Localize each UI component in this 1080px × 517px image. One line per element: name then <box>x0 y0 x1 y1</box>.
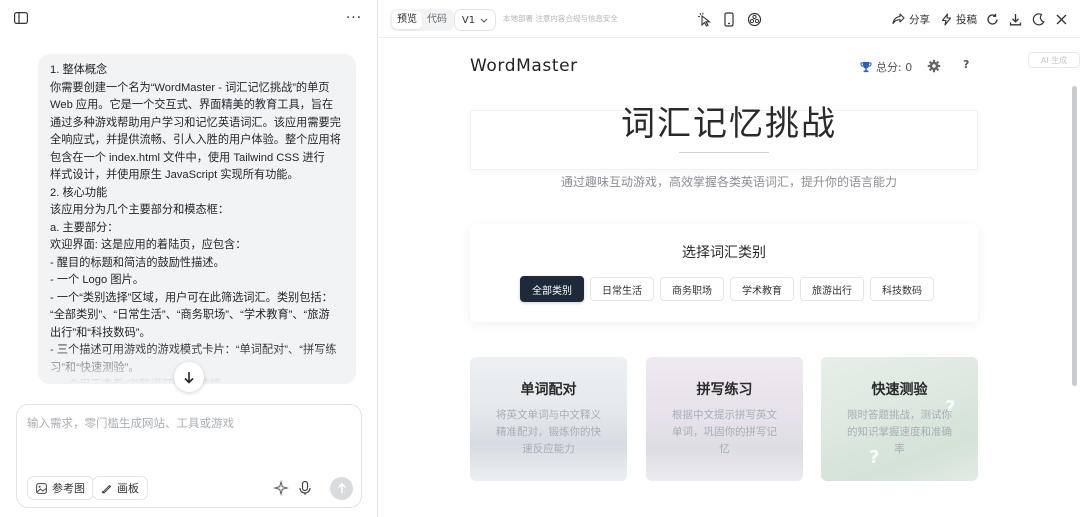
mode-card-word-match[interactable]: 单词配对 将英文单词与中文释义精准配对，锻炼你的快速反应能力 <box>470 357 627 481</box>
refresh-icon[interactable] <box>984 11 1000 27</box>
canvas-label: 画板 <box>117 482 139 495</box>
user-message-bubble: 1. 整体概念你需要创建一个名为“WordMaster - 词汇记忆挑战”的单页… <box>38 54 356 384</box>
close-icon[interactable] <box>1053 11 1069 27</box>
pointer-select-icon[interactable] <box>696 11 712 27</box>
message-line: 样式设计，并使用原生 JavaScript 实现所有功能。 <box>50 169 299 181</box>
message-line: Web 应用。它是一个交互式、界面精美的教育工具，旨在 <box>50 99 334 111</box>
mode-title: 快速测验 <box>871 382 928 398</box>
publish-button[interactable]: 投稿 <box>941 11 977 27</box>
deploy-hint: 本地部署 注意内容合规与信息安全 <box>503 14 618 23</box>
mobile-view-icon[interactable] <box>721 11 737 27</box>
app-logo[interactable]: WordMaster <box>470 56 578 76</box>
category-selector: 选择词汇类别 全部类别 日常生活 商务职场 学术教育 旅游出行 科技数码 <box>470 224 978 322</box>
category-button-tech[interactable]: 科技数码 <box>870 277 934 301</box>
message-line: 全响应式，并提供流畅、引人入胜的用户体验。整个应用将 <box>50 134 341 146</box>
chat-panel: ··· 1. 整体概念你需要创建一个名为“WordMaster - 词汇记忆挑战… <box>0 0 378 517</box>
sparkle-icon[interactable] <box>272 479 290 497</box>
category-button-all[interactable]: 全部类别 <box>520 276 584 302</box>
category-button-daily-life[interactable]: 日常生活 <box>590 277 654 301</box>
mode-card-quick-quiz[interactable]: ? ? 快速测验 限时答题挑战，测试你的知识掌握速度和准确率 <box>821 357 978 481</box>
category-button-travel[interactable]: 旅游出行 <box>800 277 864 301</box>
category-list: 全部类别 日常生活 商务职场 学术教育 旅游出行 科技数码 <box>520 276 934 302</box>
message-line: 2. 核心功能 <box>50 186 108 199</box>
share-button[interactable]: 分享 <box>892 11 930 27</box>
microphone-icon[interactable] <box>297 480 313 496</box>
arrow-up-icon <box>337 483 346 493</box>
more-options-icon[interactable]: ··· <box>344 8 364 28</box>
app-header: WordMaster 总分: 0 ? AI 生成 <box>378 38 1080 94</box>
share-icon <box>892 13 905 25</box>
tab-code[interactable]: 代码 <box>422 11 452 29</box>
view-mode-switch: 预览 代码 <box>390 9 454 31</box>
message-line: 该应用分为几个主要部分和模态框： <box>50 204 230 216</box>
arrow-down-icon <box>184 371 194 384</box>
image-icon <box>36 482 47 494</box>
message-line: 通过多种游戏帮助用户学习和记忆英语词汇。该应用需要完 <box>50 116 341 129</box>
trophy-icon <box>860 62 872 73</box>
tab-preview[interactable]: 预览 <box>392 11 422 29</box>
share-label: 分享 <box>909 13 930 26</box>
message-line: 你需要创建一个名为“WordMaster - 词汇记忆挑战”的单页 <box>50 81 330 94</box>
mode-title: 拼写练习 <box>696 382 753 398</box>
hero-title: 词汇记忆挑战 <box>621 104 837 144</box>
ai-generated-badge: AI 生成 <box>1028 52 1080 68</box>
mode-title: 单词配对 <box>520 382 577 398</box>
gear-icon[interactable] <box>927 58 943 74</box>
mode-card-spelling[interactable]: 拼写练习 根据中文提示拼写英文单词，巩固你的拼写记忆 <box>646 357 803 481</box>
version-select[interactable]: V1 <box>454 9 496 31</box>
help-button[interactable]: ? <box>963 58 969 71</box>
hero-divider <box>679 152 769 153</box>
publish-label: 投稿 <box>956 13 977 26</box>
chevron-down-icon <box>480 18 488 23</box>
message-line: 出行”和“科技数码”。 <box>50 326 151 339</box>
score-label: 总分: 0 <box>876 61 913 74</box>
theme-palette-icon[interactable] <box>746 11 762 27</box>
message-line: 1. 整体概念 <box>50 64 108 76</box>
scroll-to-bottom-button[interactable] <box>174 362 204 392</box>
mode-description: 限时答题挑战，测试你的知识掌握速度和准确率 <box>847 409 952 455</box>
send-button[interactable] <box>330 477 353 500</box>
category-title: 选择词汇类别 <box>682 245 766 261</box>
score-display: 总分: 0 <box>860 59 912 75</box>
brush-icon <box>101 484 112 494</box>
version-label: V1 <box>461 14 476 26</box>
mode-description: 将英文单词与中文释义精准配对，锻炼你的快速反应能力 <box>496 409 601 455</box>
preview-toolbar: 预览 代码 V1 本地部署 注意内容合规与信息安全 分享 投稿 <box>378 0 1080 38</box>
download-icon[interactable] <box>1007 11 1023 27</box>
message-line: - 一个 Logo 图片。 <box>50 274 144 286</box>
sidebar-toggle-icon[interactable] <box>12 10 30 26</box>
category-button-business[interactable]: 商务职场 <box>660 277 724 301</box>
canvas-button[interactable]: 画板 <box>92 476 148 500</box>
category-button-academic[interactable]: 学术教育 <box>730 277 794 301</box>
message-line: 包含在一个 index.html 文件中，使用 Tailwind CSS 进行 <box>50 151 325 164</box>
lightning-icon <box>941 12 952 26</box>
chat-panel-header: ··· <box>0 0 378 36</box>
message-line: - 醒目的标题和简洁的鼓励性描述。 <box>50 256 225 269</box>
message-line: 欢迎界面: 这是应用的着陆页，应包含： <box>50 239 247 251</box>
message-line: - 一个“类别选择”区域，用户可在此筛选词汇。类别包括： <box>50 291 333 304</box>
user-message-text: 1. 整体概念你需要创建一个名为“WordMaster - 词汇记忆挑战”的单页… <box>50 62 346 384</box>
message-composer: 参考图 画板 <box>16 404 362 508</box>
prompt-input[interactable] <box>27 415 353 455</box>
dark-mode-icon[interactable] <box>1030 11 1046 27</box>
mode-description: 根据中文提示拼写英文单词，巩固你的拼写记忆 <box>672 409 777 455</box>
message-line: “全部类别”、“日常生活”、“商务职场”、“学术教育”、“旅游 <box>50 309 330 321</box>
message-line: a. 主要部分： <box>50 221 119 234</box>
hero-subtitle: 通过趣味互动游戏，高效掌握各类英语词汇，提升你的语言能力 <box>560 175 897 189</box>
app-preview: WordMaster 总分: 0 ? AI 生成 词汇记忆挑战 通过趣味互动游戏… <box>378 38 1080 517</box>
reference-image-label: 参考图 <box>52 482 85 495</box>
reference-image-button[interactable]: 参考图 <box>27 476 94 500</box>
